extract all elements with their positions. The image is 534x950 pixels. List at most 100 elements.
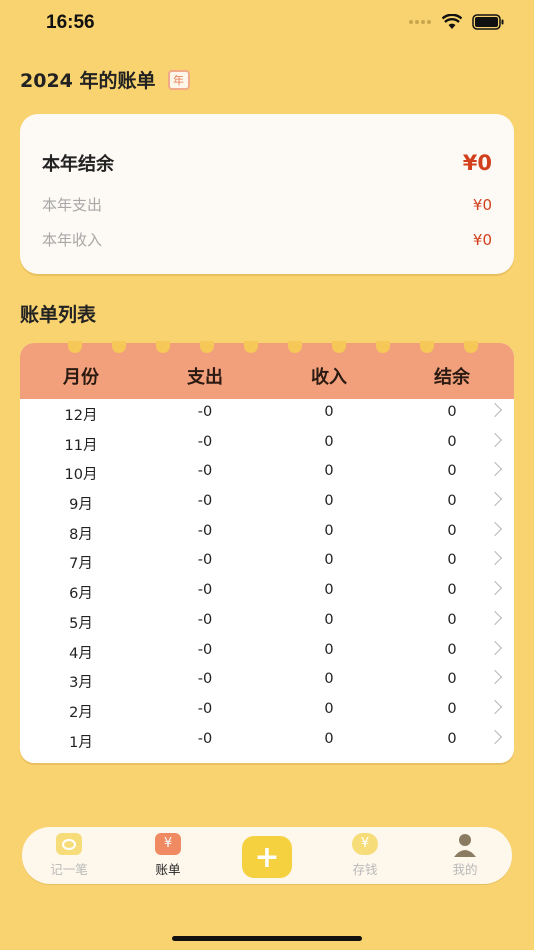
expense-cell: -0 — [197, 730, 213, 747]
expense-cell: -0 — [197, 552, 213, 569]
status-time: 16:56 — [46, 12, 95, 33]
balance-cell: 0 — [447, 611, 457, 628]
table-header: 月份 支出 收入 结余 — [20, 341, 514, 399]
cellular-signal-icon — [409, 20, 431, 24]
expense-cell: -0 — [197, 700, 213, 717]
tab-record-label: 记一笔 — [50, 862, 88, 877]
balance-cell: 0 — [447, 582, 457, 599]
month-cell: 5月 — [69, 615, 93, 632]
month-cell: 6月 — [69, 586, 93, 603]
month-cell: 9月 — [69, 497, 93, 514]
balance-cell: 0 — [447, 730, 457, 747]
income-cell: 0 — [324, 582, 334, 599]
income-cell: 0 — [324, 700, 334, 717]
notebook-rings — [20, 341, 514, 357]
balance-cell: 0 — [447, 404, 457, 420]
income-cell: 0 — [324, 611, 334, 628]
income-cell: 0 — [324, 552, 334, 569]
tab-bill[interactable]: ¥ 账单 — [133, 833, 203, 878]
balance-cell: 0 — [447, 641, 457, 658]
expense-row: 本年支出 ¥0 — [42, 194, 492, 215]
table-row[interactable]: 7月 -0 0 0 — [20, 547, 514, 577]
table-row[interactable]: 6月 -0 0 0 — [20, 577, 514, 607]
tab-profile[interactable]: 我的 — [430, 833, 500, 878]
balance-row: 本年结余 ¥0 — [42, 150, 492, 176]
balance-cell: 0 — [447, 522, 457, 539]
column-header-month: 月份 — [63, 367, 99, 388]
table-row[interactable]: 10月 -0 0 0 — [20, 458, 514, 488]
income-cell: 0 — [324, 730, 334, 747]
tab-profile-label: 我的 — [452, 862, 478, 877]
bill-table: 月份 支出 收入 结余 12月 -0 0 0 11月 -0 0 0 10月 -0 0 0 9月 -0… — [20, 341, 514, 763]
expense-cell: -0 — [197, 433, 213, 450]
balance-cell: 0 — [447, 671, 457, 688]
balance-cell: 0 — [447, 552, 457, 569]
table-row[interactable]: 5月 -0 0 0 — [20, 607, 514, 637]
income-cell: 0 — [324, 404, 334, 420]
calendar-year-icon[interactable]: 年 — [167, 69, 190, 90]
tab-bill-label: 账单 — [155, 862, 181, 877]
table-row[interactable]: 3月 -0 0 0 — [20, 666, 514, 696]
month-cell: 10月 — [64, 467, 98, 484]
expense-cell: -0 — [197, 641, 213, 658]
month-cell: 1月 — [69, 734, 93, 751]
balance-cell: 0 — [447, 700, 457, 717]
bill-icon: ¥ — [155, 833, 181, 855]
page-title: 2024 年的账单 — [20, 70, 156, 92]
table-row[interactable]: 12月 -0 0 0 — [20, 399, 514, 429]
expense-value: ¥0 — [472, 195, 492, 214]
table-rows: 12月 -0 0 0 11月 -0 0 0 10月 -0 0 0 9月 -0 0 0 8月 -0 0 0 7月… — [20, 399, 514, 755]
expense-cell: -0 — [197, 611, 213, 628]
expense-cell: -0 — [197, 671, 213, 688]
tab-savings-label: 存钱 — [352, 862, 378, 877]
income-value: ¥0 — [472, 230, 492, 249]
income-cell: 0 — [324, 493, 334, 510]
battery-icon — [472, 14, 504, 30]
month-cell: 12月 — [64, 408, 98, 424]
savings-icon: ¥ — [352, 833, 378, 855]
bill-list-title: 账单列表 — [20, 304, 97, 326]
profile-icon — [452, 833, 478, 857]
income-cell: 0 — [324, 433, 334, 450]
expense-cell: -0 — [197, 493, 213, 510]
status-icons — [408, 14, 504, 30]
year-title-row: 2024 年的账单 年 — [20, 66, 190, 93]
balance-value: ¥0 — [462, 151, 492, 175]
table-row[interactable]: 8月 -0 0 0 — [20, 518, 514, 548]
income-label: 本年收入 — [42, 231, 103, 249]
tab-savings[interactable]: ¥ 存钱 — [330, 833, 400, 878]
tab-record[interactable]: 记一笔 — [34, 833, 104, 878]
balance-label: 本年结余 — [42, 154, 114, 175]
table-row[interactable]: 4月 -0 0 0 — [20, 637, 514, 667]
income-cell: 0 — [324, 522, 334, 539]
table-row[interactable]: 11月 -0 0 0 — [20, 429, 514, 459]
month-cell: 2月 — [69, 704, 93, 721]
balance-cell: 0 — [447, 433, 457, 450]
month-cell: 8月 — [69, 526, 93, 543]
column-header-expense: 支出 — [187, 367, 223, 388]
table-row[interactable]: 1月 -0 0 0 — [20, 726, 514, 756]
note-icon — [56, 833, 82, 855]
column-header-income: 收入 — [311, 367, 347, 388]
home-indicator — [172, 936, 362, 941]
column-header-balance: 结余 — [434, 367, 470, 388]
expense-cell: -0 — [197, 582, 213, 599]
expense-cell: -0 — [197, 463, 213, 480]
month-cell: 3月 — [69, 675, 93, 692]
add-entry-button[interactable]: + — [242, 836, 292, 878]
bottom-tab-bar: 记一笔 ¥ 账单 + ¥ 存钱 我的 — [22, 827, 512, 884]
income-cell: 0 — [324, 641, 334, 658]
expense-label: 本年支出 — [42, 196, 103, 214]
table-row[interactable]: 9月 -0 0 0 — [20, 488, 514, 518]
expense-cell: -0 — [197, 404, 213, 420]
balance-cell: 0 — [447, 463, 457, 480]
income-cell: 0 — [324, 463, 334, 480]
status-bar: 16:56 — [0, 0, 534, 48]
table-row[interactable]: 2月 -0 0 0 — [20, 696, 514, 726]
balance-cell: 0 — [447, 493, 457, 510]
month-cell: 11月 — [64, 437, 98, 454]
income-cell: 0 — [324, 671, 334, 688]
wifi-icon — [442, 14, 462, 29]
month-cell: 4月 — [69, 645, 93, 662]
year-summary-card: 本年结余 ¥0 本年支出 ¥0 本年收入 ¥0 — [20, 114, 514, 274]
